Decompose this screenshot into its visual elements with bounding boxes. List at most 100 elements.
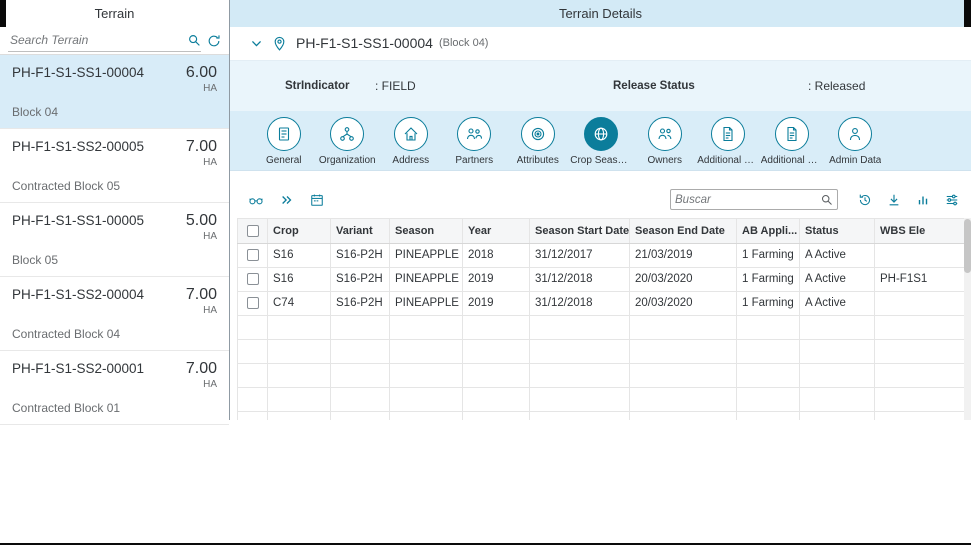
table-cell: 1 Farming xyxy=(737,291,800,315)
toolbar-left-actions xyxy=(248,192,324,208)
download-button[interactable] xyxy=(887,193,901,207)
terrain-id: PH-F1-S1-SS2-00004 xyxy=(12,287,144,302)
column-header[interactable]: Crop xyxy=(268,218,331,243)
terrain-list-item[interactable]: PH-F1-S1-SS2-00005 7.00HA Contracted Block… xyxy=(0,129,229,203)
tab-owners[interactable]: Owners xyxy=(633,117,697,166)
terrain-area-unit: HA xyxy=(186,231,217,242)
icon-tab-bar: GeneralOrganizationAddress Partners Attrib… xyxy=(230,111,971,171)
form-icon xyxy=(267,117,301,151)
terrain-list-item[interactable]: PH-F1-S1-SS1-000055.00HABlock 05 xyxy=(0,203,229,277)
terrain-list-item[interactable]: PH-F1-S1-SS1-000046.00HABlock 04 xyxy=(0,55,229,129)
form-pair: StrIndicator : FIELD xyxy=(285,79,613,93)
table-cell: PINEAPPLE xyxy=(390,267,463,291)
column-header[interactable]: Season Start Date xyxy=(530,218,630,243)
row-checkbox[interactable] xyxy=(247,249,259,261)
empty-row xyxy=(238,411,971,420)
tab-label: Owners xyxy=(648,155,682,166)
column-header[interactable]: Status xyxy=(800,218,875,243)
org-icon xyxy=(330,117,364,151)
table-cell xyxy=(875,243,971,267)
terrain-details-panel: Terrain Details PH-F1-S1-SS1-00004 (Bloc… xyxy=(230,0,971,420)
object-subtitle: (Block 04) xyxy=(439,37,489,49)
column-header[interactable]: Season xyxy=(390,218,463,243)
attributes-icon xyxy=(521,117,555,151)
terrain-list-item[interactable]: PH-F1-S1-SS2-000017.00HAContracted Block… xyxy=(0,351,229,425)
tab-address[interactable]: Address xyxy=(379,117,443,166)
form-value: : FIELD xyxy=(375,79,416,93)
refresh-icon[interactable] xyxy=(207,34,221,48)
tab-label: Partners xyxy=(455,155,493,166)
table-search-field xyxy=(670,189,838,210)
tab-admin-data[interactable]: Admin Data xyxy=(824,117,888,166)
vertical-scrollbar[interactable] xyxy=(964,218,971,420)
calendar-button[interactable] xyxy=(310,193,324,207)
table-row[interactable]: C74S16-P2HPINEAPPLE201931/12/201820/03/2… xyxy=(238,291,971,315)
terrain-area-unit: HA xyxy=(186,157,217,168)
search-icon[interactable] xyxy=(821,194,833,206)
terrain-search-row xyxy=(0,27,229,55)
table-cell: C74 xyxy=(268,291,331,315)
chevron-down-icon[interactable] xyxy=(250,37,263,50)
search-icon[interactable] xyxy=(188,34,201,47)
tab-label: Additional D... xyxy=(697,155,759,166)
tab-organization[interactable]: Organization xyxy=(316,117,380,166)
terrain-search-input[interactable] xyxy=(8,33,188,47)
terrain-id: PH-F1-S1-SS2-00005 xyxy=(12,139,144,154)
terrain-list-item[interactable]: PH-F1-S1-SS2-000047.00HAContracted Block… xyxy=(0,277,229,351)
column-header[interactable]: AB Appli... xyxy=(737,218,800,243)
scrollbar-thumb[interactable] xyxy=(964,219,971,273)
terrain-area-value: 7.00 xyxy=(186,139,217,156)
tab-additional-d[interactable]: Additional D... xyxy=(697,117,761,166)
table-cell: A Active xyxy=(800,267,875,291)
crop-seasons-table: CropVariantSeasonYearSeason Start DateSe… xyxy=(237,218,971,420)
tab-attributes[interactable]: Attributes xyxy=(506,117,570,166)
column-header[interactable]: WBS Ele xyxy=(875,218,971,243)
terrain-area-unit: HA xyxy=(186,305,217,316)
select-all-checkbox[interactable] xyxy=(247,225,259,237)
terrain-subtitle: Block 05 xyxy=(12,253,217,267)
owners-icon xyxy=(648,117,682,151)
select-all-cell[interactable] xyxy=(238,218,268,243)
history-button[interactable] xyxy=(858,193,872,207)
table-cell: 2019 xyxy=(463,291,530,315)
tab-label: Crop Seasons xyxy=(570,155,632,166)
application-window: Terrain PH-F1-S1-SS1-000046.00HABlock 04… xyxy=(0,0,971,420)
tab-general[interactable]: General xyxy=(252,117,316,166)
tab-partners[interactable]: Partners xyxy=(443,117,507,166)
column-header[interactable]: Season End Date xyxy=(630,218,737,243)
terrain-subtitle: Contracted Block 05 xyxy=(12,179,217,193)
double-chevron-right-button[interactable] xyxy=(280,193,294,207)
glasses-button[interactable] xyxy=(248,192,264,208)
form-value: : Released xyxy=(808,79,865,93)
column-header[interactable]: Year xyxy=(463,218,530,243)
row-checkbox[interactable] xyxy=(247,297,259,309)
table-cell: 2018 xyxy=(463,243,530,267)
terrain-master-panel: Terrain PH-F1-S1-SS1-000046.00HABlock 04… xyxy=(0,0,230,420)
personalize-button[interactable] xyxy=(945,193,959,207)
map-pin-icon xyxy=(272,36,287,51)
terrain-search-field xyxy=(8,30,201,52)
terrain-id: PH-F1-S1-SS2-00001 xyxy=(12,361,144,376)
table-cell: 1 Farming xyxy=(737,243,800,267)
window-edge-top-left xyxy=(0,0,6,27)
terrain-area-unit: HA xyxy=(186,379,217,390)
table-cell: 20/03/2020 xyxy=(630,267,737,291)
tab-additional-d[interactable]: Additional D... xyxy=(760,117,824,166)
form-pair: Release Status : Released xyxy=(613,79,941,93)
table-cell: 31/12/2018 xyxy=(530,291,630,315)
tab-crop-seasons[interactable]: Crop Seasons xyxy=(570,117,634,166)
table-cell: 2019 xyxy=(463,267,530,291)
terrain-id: PH-F1-S1-SS1-00004 xyxy=(12,65,144,80)
table-row[interactable]: S16S16-P2HPINEAPPLE201931/12/201820/03/2… xyxy=(238,267,971,291)
table-cell xyxy=(875,291,971,315)
table-cell: 31/12/2017 xyxy=(530,243,630,267)
table-row[interactable]: S16S16-P2HPINEAPPLE201831/12/201721/03/2… xyxy=(238,243,971,267)
table-search-input[interactable] xyxy=(675,194,821,206)
column-header[interactable]: Variant xyxy=(331,218,390,243)
empty-row xyxy=(238,315,971,339)
object-attributes-band: StrIndicator : FIELD Release Status : Re… xyxy=(230,60,971,112)
crop-seasons-table-wrap: CropVariantSeasonYearSeason Start DateSe… xyxy=(237,218,971,420)
tab-label: Organization xyxy=(319,155,376,166)
chart-button[interactable] xyxy=(916,193,930,207)
row-checkbox[interactable] xyxy=(247,273,259,285)
